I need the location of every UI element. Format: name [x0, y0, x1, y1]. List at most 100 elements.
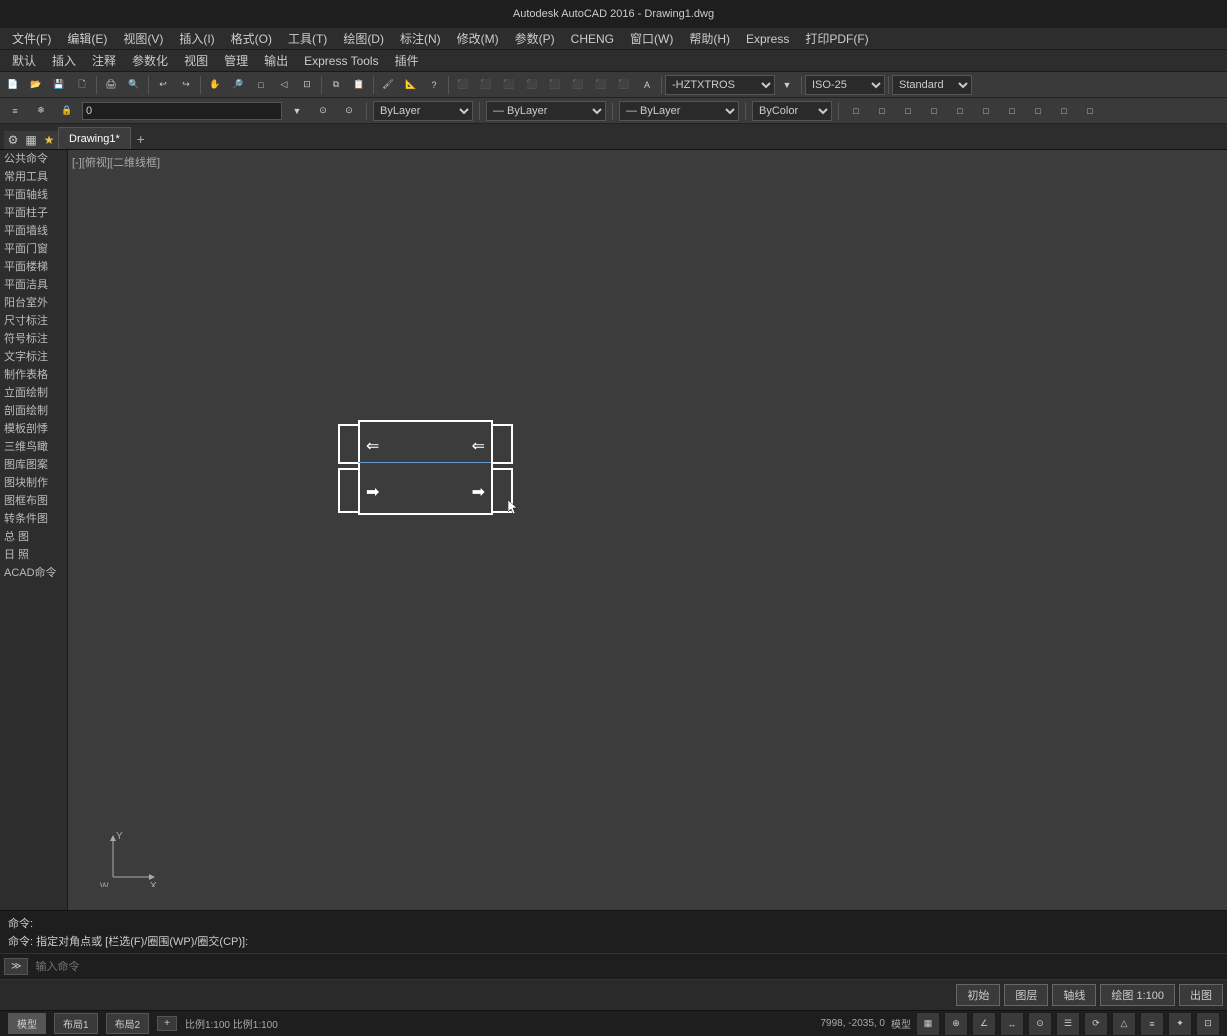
tb-save-as[interactable]: 🗋 [71, 74, 93, 96]
ribbon-manage[interactable]: 管理 [216, 50, 256, 72]
tb-zoom-ext[interactable]: ⊡ [296, 74, 318, 96]
menu-view[interactable]: 视图(V) [115, 28, 171, 50]
sidebar-item-convert[interactable]: 转条件图 [0, 510, 67, 528]
table-style-select[interactable]: Standard [892, 75, 972, 95]
layer-extra3[interactable]: □ [949, 100, 971, 122]
axis-button[interactable]: 轴线 [1052, 984, 1096, 1006]
layer-input[interactable] [82, 102, 282, 120]
text-style-select[interactable]: -HZTXTROS [665, 75, 775, 95]
layer-manager[interactable]: ≡ [4, 100, 26, 122]
layer-extra8[interactable]: □ [1079, 100, 1101, 122]
menu-print[interactable]: 打印PDF(F) [797, 28, 876, 50]
plotstyle-select[interactable]: ByColor [752, 101, 832, 121]
dynmode-toggle[interactable]: △ [1113, 1013, 1135, 1035]
ribbon-default[interactable]: 默认 [4, 50, 44, 72]
command-input[interactable] [32, 961, 1223, 973]
tb-extra8[interactable]: ⬛ [613, 74, 635, 96]
ribbon-view[interactable]: 视图 [176, 50, 216, 72]
tb-extra4[interactable]: ⬛ [521, 74, 543, 96]
tb-new[interactable]: 📄 [2, 74, 24, 96]
layer-extra1[interactable]: □ [897, 100, 919, 122]
init-button[interactable]: 初始 [956, 984, 1000, 1006]
menu-format[interactable]: 格式(O) [223, 28, 280, 50]
sidebar-item-block-lib[interactable]: 图库图案 [0, 456, 67, 474]
transparency-toggle[interactable]: ✦ [1169, 1013, 1191, 1035]
layer-settings1[interactable]: ⊙ [312, 100, 334, 122]
canvas-area[interactable]: [-][俯视][二维线框] ⇐ ⇐ [68, 150, 1227, 910]
layer-lock[interactable]: 🔒 [56, 100, 78, 122]
menu-annotate[interactable]: 标注(N) [392, 28, 449, 50]
export-button[interactable]: 出图 [1179, 984, 1223, 1006]
tb-zoom[interactable]: 🔎 [227, 74, 249, 96]
tb-help[interactable]: ? [423, 74, 445, 96]
layout1-tab[interactable]: 布局1 [54, 1013, 98, 1034]
tb-paste[interactable]: 📋 [348, 74, 370, 96]
layer-dropdown[interactable]: ▼ [286, 100, 308, 122]
menu-draw[interactable]: 绘图(D) [335, 28, 392, 50]
tb-zoom-window[interactable]: □ [250, 74, 272, 96]
tab-drawing1[interactable]: Drawing1* [58, 127, 131, 149]
layer-match[interactable]: □ [871, 100, 893, 122]
tb-extra2[interactable]: ⬛ [475, 74, 497, 96]
sidebar-item-block-make[interactable]: 图块制作 [0, 474, 67, 492]
transparency-btn[interactable]: □ [845, 100, 867, 122]
layer-extra2[interactable]: □ [923, 100, 945, 122]
tb-extra3[interactable]: ⬛ [498, 74, 520, 96]
sidebar-item-floor-door[interactable]: 平面门窗 [0, 240, 67, 258]
tb-pan[interactable]: ✋ [204, 74, 226, 96]
tb-extra5[interactable]: ⬛ [544, 74, 566, 96]
ribbon-insert[interactable]: 插入 [44, 50, 84, 72]
sidebar-item-make-table[interactable]: 制作表格 [0, 366, 67, 384]
sidebar-item-total[interactable]: 总 图 [0, 528, 67, 546]
ribbon-annotate[interactable]: 注释 [84, 50, 124, 72]
menu-modify[interactable]: 修改(M) [449, 28, 507, 50]
tb-redo[interactable]: ↪ [175, 74, 197, 96]
tb-match[interactable]: 🖌 [377, 74, 399, 96]
polar-toggle[interactable]: ↔ [1001, 1013, 1023, 1035]
tb-extra7[interactable]: ⬛ [590, 74, 612, 96]
ribbon-plugins[interactable]: 插件 [387, 50, 427, 72]
menu-tools[interactable]: 工具(T) [280, 28, 335, 50]
sidebar-item-floor-sanitary[interactable]: 平面洁具 [0, 276, 67, 294]
tb-zoom-prev[interactable]: ◁ [273, 74, 295, 96]
osnap-toggle[interactable]: ⊙ [1029, 1013, 1051, 1035]
draw-scale-button[interactable]: 绘图 1:100 [1100, 984, 1175, 1006]
tab-grid-icon[interactable]: ▦ [22, 131, 40, 149]
tb-textstyle-btn[interactable]: ▼ [776, 74, 798, 96]
tb-print-preview[interactable]: 🔍 [123, 74, 145, 96]
tab-gear-icon[interactable]: ⚙ [4, 131, 22, 149]
ribbon-express-tools[interactable]: Express Tools [296, 50, 386, 72]
dim-style-select[interactable]: ISO-25 [805, 75, 885, 95]
cmd-expand-btn[interactable]: ≫ [4, 958, 28, 975]
layout2-tab[interactable]: 布局2 [106, 1013, 150, 1034]
sidebar-item-floor-stair[interactable]: 平面楼梯 [0, 258, 67, 276]
layer-extra4[interactable]: □ [975, 100, 997, 122]
tb-undo[interactable]: ↩ [152, 74, 174, 96]
menu-window[interactable]: 窗口(W) [622, 28, 681, 50]
linetype-select[interactable]: — ByLayer [486, 101, 606, 121]
menu-cheng[interactable]: CHENG [563, 28, 622, 50]
tb-open[interactable]: 📂 [25, 74, 47, 96]
lineweight-select[interactable]: — ByLayer [619, 101, 739, 121]
grid-toggle[interactable]: ▦ [917, 1013, 939, 1035]
sidebar-item-frame-layout[interactable]: 图框布图 [0, 492, 67, 510]
sidebar-item-template[interactable]: 模板剖悸 [0, 420, 67, 438]
sidebar-item-public-cmd[interactable]: 公共命令 [0, 150, 67, 168]
sidebar-item-dim-size[interactable]: 尺寸标注 [0, 312, 67, 330]
tb-copy[interactable]: ⧉ [325, 74, 347, 96]
tb-dist[interactable]: 📐 [400, 74, 422, 96]
sidebar-item-3d-bird[interactable]: 三维鸟瞰 [0, 438, 67, 456]
sidebar-item-balcony[interactable]: 阳台室外 [0, 294, 67, 312]
color-select[interactable]: ByLayer [373, 101, 473, 121]
layer-freeze[interactable]: ❄ [30, 100, 52, 122]
layer-button[interactable]: 图层 [1004, 984, 1048, 1006]
ortho-toggle[interactable]: ∠ [973, 1013, 995, 1035]
tb-extra1[interactable]: ⬛ [452, 74, 474, 96]
tb-print[interactable]: 🖨 [100, 74, 122, 96]
sidebar-item-floor-axis[interactable]: 平面轴线 [0, 186, 67, 204]
model-tab[interactable]: 模型 [8, 1013, 46, 1034]
menu-edit[interactable]: 编辑(E) [59, 28, 115, 50]
layer-settings2[interactable]: ⊙ [338, 100, 360, 122]
ribbon-parametric[interactable]: 参数化 [124, 50, 176, 72]
tb-extra9[interactable]: A [636, 74, 658, 96]
